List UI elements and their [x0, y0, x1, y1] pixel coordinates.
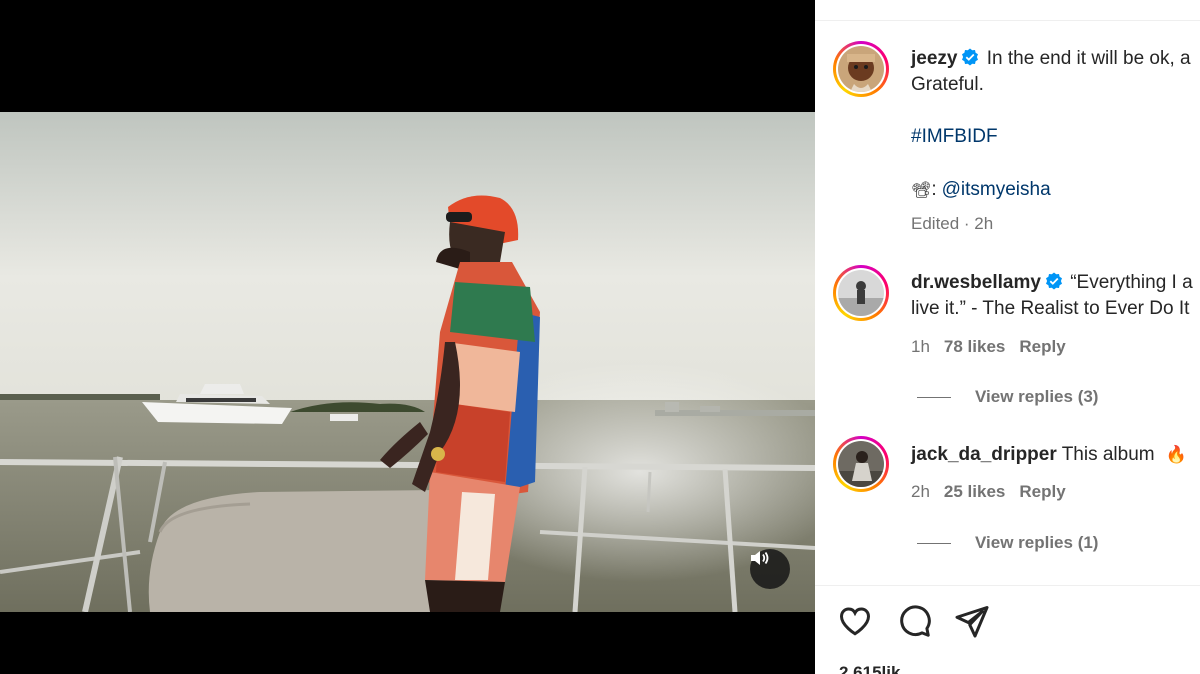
- mute-toggle-button[interactable]: [750, 549, 790, 589]
- comment-username[interactable]: dr.wesbellamy: [911, 272, 1041, 293]
- view-replies-button[interactable]: View replies (3): [917, 387, 1098, 407]
- comment-time: 1h: [911, 337, 930, 356]
- view-replies-label: View replies (1): [975, 533, 1099, 552]
- verified-badge-icon: [1045, 272, 1063, 298]
- reply-button[interactable]: Reply: [1019, 337, 1065, 356]
- view-replies-label: View replies (3): [975, 387, 1099, 406]
- caption-line-2: Grateful.: [911, 74, 984, 95]
- share-button[interactable]: [954, 603, 990, 644]
- comment-avatar[interactable]: [833, 436, 889, 492]
- credit-separator: :: [931, 179, 937, 200]
- comment-meta: 1h 78 likes Reply: [911, 337, 1080, 357]
- like-button[interactable]: [837, 603, 873, 644]
- comment-line-1: dr.wesbellamy “Everything I a: [911, 270, 1193, 298]
- movie-camera-icon: 📽: [911, 182, 932, 199]
- credit-mention-link[interactable]: @itsmyeisha: [942, 179, 1051, 200]
- comment-button[interactable]: [896, 603, 932, 644]
- caption-line-1: jeezy In the end it will be ok, a: [911, 46, 1191, 74]
- replies-divider: [917, 397, 951, 399]
- view-replies-button[interactable]: View replies (1): [917, 533, 1098, 553]
- hashtag-link[interactable]: #IMFBIDF: [911, 124, 998, 150]
- post-media: [0, 0, 815, 674]
- comment-text: This album: [1061, 444, 1155, 465]
- post-side-panel: jeezy In the end it will be ok, a Gratef…: [815, 0, 1200, 674]
- replies-divider: [917, 543, 951, 545]
- comment-time: 2h: [911, 482, 930, 501]
- share-icon: [955, 606, 989, 638]
- comment-likes[interactable]: 25 likes: [944, 482, 1005, 501]
- comment-avatar[interactable]: [833, 265, 889, 321]
- heart-icon: [839, 607, 871, 636]
- video-player[interactable]: [0, 112, 815, 612]
- author-username[interactable]: jeezy: [911, 48, 957, 69]
- avatar-image: [838, 46, 884, 92]
- post-edited-time: Edited · 2h: [911, 214, 994, 233]
- comment-text: “Everything I a: [1070, 272, 1193, 293]
- comment-username[interactable]: jack_da_dripper: [911, 444, 1057, 465]
- comment-likes[interactable]: 78 likes: [944, 337, 1005, 356]
- comment-text-line-2: live it.” - The Realist to Ever Do It: [911, 298, 1190, 319]
- caption-text: In the end it will be ok, a: [986, 48, 1191, 69]
- verified-badge-icon: [961, 48, 979, 74]
- divider: [815, 585, 1200, 586]
- likes-count[interactable]: 2,615lik: [839, 663, 900, 674]
- comment-line-1: jack_da_dripper This album 🔥: [911, 442, 1187, 468]
- credit-line: 📽: @itsmyeisha: [911, 177, 1051, 204]
- avatar-image: [838, 270, 884, 316]
- video-frame: [0, 112, 815, 612]
- divider: [815, 20, 1200, 21]
- avatar-image: [838, 441, 884, 487]
- author-avatar[interactable]: [833, 41, 889, 97]
- reply-button[interactable]: Reply: [1019, 482, 1065, 501]
- comment-icon: [900, 605, 931, 637]
- comment-meta: 2h 25 likes Reply: [911, 482, 1080, 502]
- speaker-icon: [751, 551, 769, 565]
- fire-icon: 🔥: [1165, 445, 1188, 464]
